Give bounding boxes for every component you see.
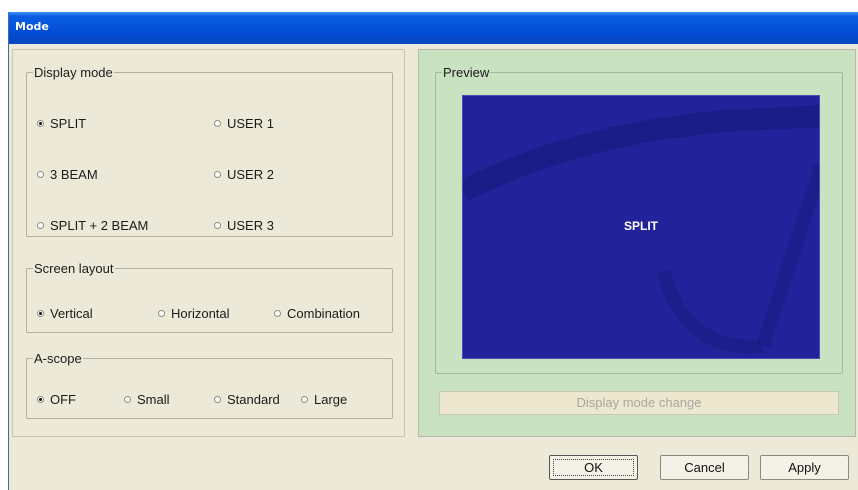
radio-selected-icon <box>37 396 44 403</box>
radio-unselected-icon <box>124 396 131 403</box>
radio-selected-icon <box>37 120 44 127</box>
ok-button[interactable]: OK <box>549 455 638 480</box>
radio-user-1[interactable]: USER 1 <box>214 116 274 132</box>
radio-standard[interactable]: Standard <box>214 392 280 408</box>
radio-unselected-icon <box>301 396 308 403</box>
radio-unselected-icon <box>158 310 165 317</box>
radio-horizontal[interactable]: Horizontal <box>158 306 230 322</box>
radio-unselected-icon <box>37 222 44 229</box>
preview-screen: SPLIT <box>462 95 820 359</box>
radio-user-2[interactable]: USER 2 <box>214 167 274 183</box>
screen-layout-group: Screen layout Vertical Horizontal Combin… <box>26 261 393 333</box>
display-mode-group: Display mode SPLIT USER 1 3 BEAM USER 2 … <box>26 65 393 237</box>
radio-user-3[interactable]: USER 3 <box>214 218 274 234</box>
apply-button[interactable]: Apply <box>760 455 849 480</box>
settings-panel: Display mode SPLIT USER 1 3 BEAM USER 2 … <box>12 49 405 437</box>
radio-large[interactable]: Large <box>301 392 347 408</box>
radio-split[interactable]: SPLIT <box>37 116 86 132</box>
preview-panel: Preview SPLIT Display mode change <box>418 49 856 437</box>
mode-dialog: Mode Display mode SPLIT USER 1 3 BEAM US… <box>8 12 858 490</box>
preview-mode-label: SPLIT <box>623 219 658 233</box>
radio-split-2-beam[interactable]: SPLIT + 2 BEAM <box>37 218 148 234</box>
ok-label: OK <box>553 459 634 476</box>
screen-layout-legend: Screen layout <box>34 261 114 276</box>
display-mode-change-button[interactable]: Display mode change <box>439 391 839 415</box>
radio-vertical[interactable]: Vertical <box>37 306 93 322</box>
radio-small[interactable]: Small <box>124 392 170 408</box>
radio-unselected-icon <box>214 120 221 127</box>
radio-unselected-icon <box>37 171 44 178</box>
radio-unselected-icon <box>214 171 221 178</box>
title-bar[interactable]: Mode <box>9 12 858 44</box>
cancel-button[interactable]: Cancel <box>660 455 749 480</box>
radio-combination[interactable]: Combination <box>274 306 360 322</box>
preview-legend: Preview <box>443 65 490 80</box>
radio-selected-icon <box>37 310 44 317</box>
a-scope-legend: A-scope <box>34 351 82 366</box>
radio-unselected-icon <box>214 396 221 403</box>
radio-unselected-icon <box>214 222 221 229</box>
window-title: Mode <box>15 20 49 33</box>
radio-3-beam[interactable]: 3 BEAM <box>37 167 98 183</box>
a-scope-group: A-scope OFF Small Standard Large <box>26 351 393 419</box>
radio-unselected-icon <box>274 310 281 317</box>
radio-off[interactable]: OFF <box>37 392 76 408</box>
display-mode-legend: Display mode <box>34 65 113 80</box>
